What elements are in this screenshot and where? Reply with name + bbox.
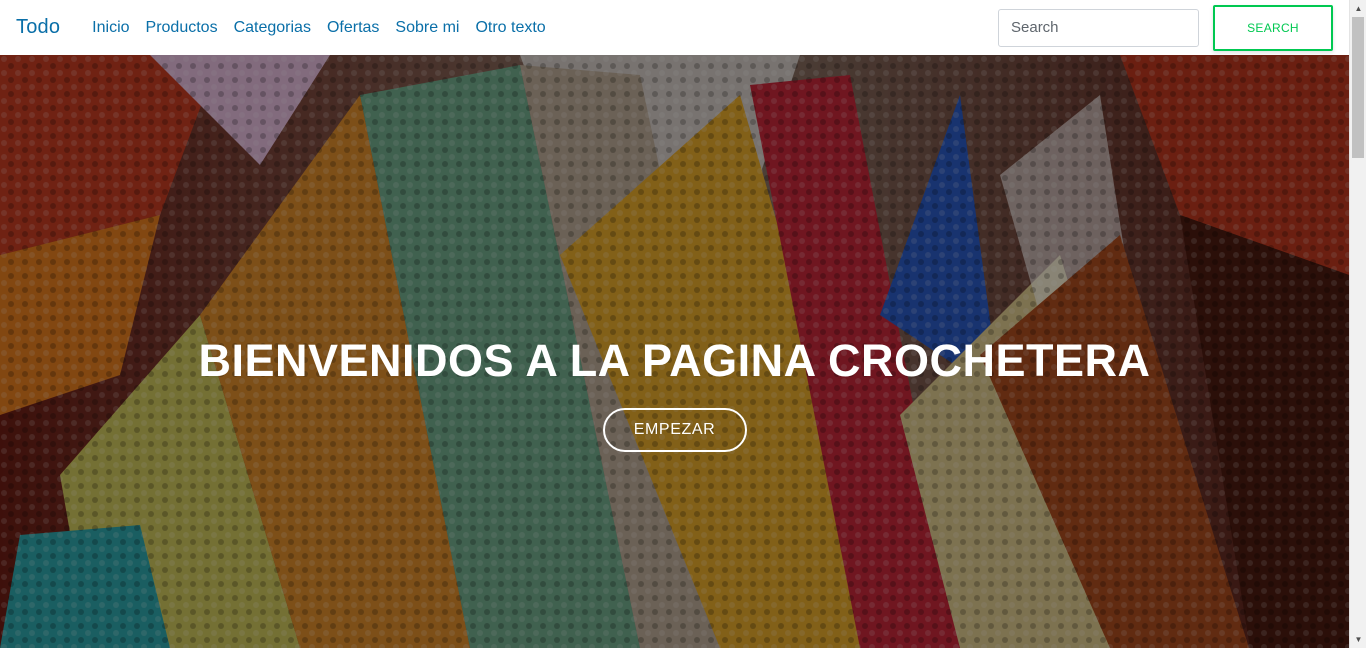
- start-button[interactable]: EMPEZAR: [602, 408, 747, 452]
- nav-links: Inicio Productos Categorias Ofertas Sobr…: [84, 19, 554, 37]
- vertical-scrollbar[interactable]: ▲ ▼: [1349, 0, 1366, 648]
- nav-link-inicio[interactable]: Inicio: [84, 19, 137, 37]
- scroll-down-arrow-icon[interactable]: ▼: [1350, 631, 1366, 648]
- search-input[interactable]: [998, 8, 1199, 47]
- scroll-up-arrow-icon[interactable]: ▲: [1350, 0, 1366, 17]
- scrollbar-thumb[interactable]: [1352, 17, 1364, 158]
- hero-content: BIENVENIDOS A LA PAGINA CROCHETERA EMPEZ…: [0, 333, 1349, 452]
- nav-link-categorias[interactable]: Categorias: [226, 19, 319, 37]
- search-form: SEARCH: [998, 4, 1333, 51]
- hero-title: BIENVENIDOS A LA PAGINA CROCHETERA: [198, 335, 1151, 386]
- search-button[interactable]: SEARCH: [1213, 4, 1333, 51]
- nav-link-productos[interactable]: Productos: [138, 19, 226, 37]
- hero-section: BIENVENIDOS A LA PAGINA CROCHETERA EMPEZ…: [0, 55, 1349, 648]
- navbar: Todo Inicio Productos Categorias Ofertas…: [0, 0, 1349, 55]
- nav-link-otro-texto[interactable]: Otro texto: [467, 19, 553, 37]
- browser-viewport: Todo Inicio Productos Categorias Ofertas…: [0, 0, 1366, 648]
- brand-link[interactable]: Todo: [16, 16, 60, 39]
- nav-link-ofertas[interactable]: Ofertas: [319, 19, 387, 37]
- nav-link-sobre-mi[interactable]: Sobre mi: [387, 19, 467, 37]
